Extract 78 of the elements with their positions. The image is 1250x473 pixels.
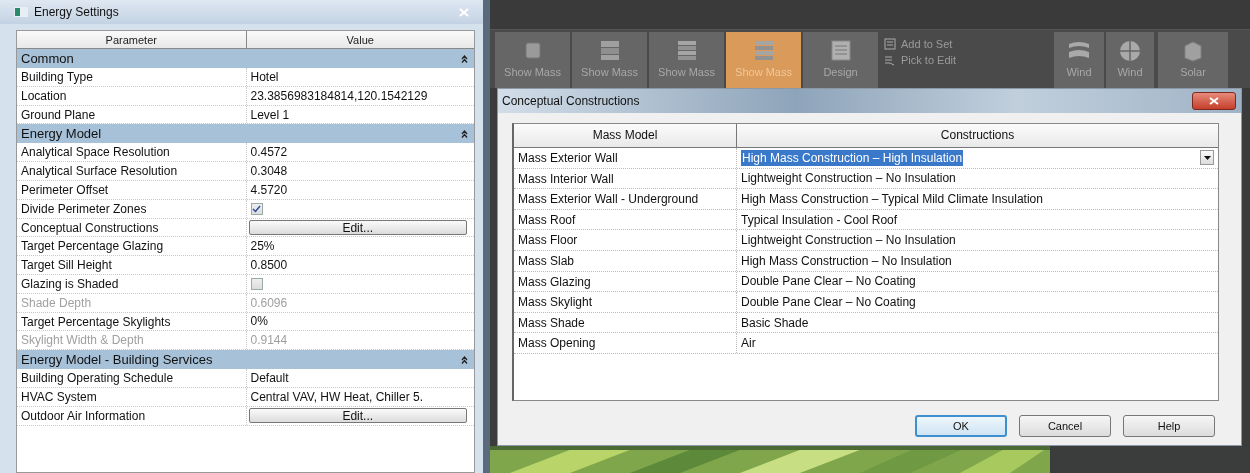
collapse-icon [461, 355, 468, 364]
parameter-name: Ground Plane [20, 106, 97, 124]
parameter-value: 4.5720 [245, 181, 474, 199]
table-cell-text: Mass Shade [517, 314, 586, 332]
parameter-value: Central VAV, HW Heat, Chiller 5. [245, 387, 474, 406]
window-title: Energy Settings [34, 5, 119, 19]
close-button[interactable] [1192, 92, 1236, 110]
parameter-name: Analytical Surface Resolution [20, 163, 179, 180]
column-header: Parameter [104, 33, 158, 48]
table-cell-text: Mass Skylight [517, 294, 594, 312]
table-cell[interactable]: Double Pane Clear – No Coating [736, 292, 1218, 312]
parameter-value: 0.3048 [245, 162, 474, 180]
parameter-value: Hotel [245, 68, 474, 86]
parameter-value: Level 1 [245, 105, 474, 124]
table-cell[interactable]: High Mass Construction – No Insulation [736, 250, 1218, 271]
parameter-name: Analytical Space Resolution [20, 144, 171, 162]
edit-button[interactable]: Edit... [248, 408, 467, 424]
dialog-title: Conceptual Constructions [502, 94, 640, 108]
section-header[interactable]: Energy Model - Building Services [17, 350, 474, 370]
parameter-name: Glazing is Shaded [20, 275, 120, 293]
crosshair-icon [1117, 38, 1143, 63]
section-header[interactable]: Energy Model [17, 124, 474, 144]
app-icon [14, 7, 28, 17]
collapse-icon [461, 54, 468, 63]
table-cell[interactable]: Air [736, 333, 1218, 353]
parameter-value: 0.4572 [245, 143, 474, 162]
table-cell-text: Mass Roof [517, 211, 577, 229]
table-cell-text: Mass Interior Wall [517, 170, 615, 188]
parameter-name: Conceptual Constructions [20, 219, 160, 237]
table-cell[interactable]: Lightweight Construction – No Insulation [736, 168, 1218, 189]
section-title: Energy Model - Building Services [21, 352, 213, 368]
parameter-value: 0.6096 [245, 293, 474, 312]
close-icon [1209, 97, 1219, 105]
collapse-icon [461, 129, 468, 138]
parameter-value: 0.8500 [245, 256, 474, 274]
parameter-value: Default [245, 369, 474, 387]
parameter-name: Target Sill Height [20, 257, 113, 274]
cursor-icon [884, 54, 896, 66]
table-cell-text: Mass Opening [517, 335, 597, 353]
edit-button[interactable]: Edit... [248, 219, 467, 235]
dialog-button[interactable]: Cancel [1019, 415, 1111, 437]
parameter-name: Divide Perimeter Zones [20, 200, 148, 218]
checkbox[interactable] [250, 202, 263, 215]
parameter-name: Building Operating Schedule [20, 370, 175, 387]
list-icon [884, 38, 896, 50]
parameter-name: Skylight Width & Depth [20, 332, 145, 350]
section-title: Energy Model [21, 126, 102, 142]
dialog-button[interactable]: Help [1123, 415, 1215, 437]
table-cell-text: Mass Exterior Wall [517, 150, 619, 167]
column-header: Constructions [736, 124, 1218, 147]
parameter-name: Building Type [20, 69, 94, 86]
parameter-name: Perimeter Offset [20, 182, 110, 199]
parameter-name: Target Percentage Skylights [20, 313, 172, 331]
dialog-button[interactable]: OK [915, 415, 1007, 437]
section-header[interactable]: Common [17, 49, 474, 68]
section-title: Common [21, 51, 74, 66]
parameter-value: 0.9144 [245, 331, 474, 350]
table-cell[interactable]: High Mass Construction – Typical Mild Climate Insulation [736, 189, 1218, 209]
parameter-value: 25% [245, 237, 474, 256]
column-header: Value [245, 31, 474, 48]
table-cell[interactable]: Double Pane Clear – No Coating [736, 271, 1218, 292]
parameter-name: Location [20, 87, 68, 105]
table-cell-text: Mass Glazing [517, 273, 592, 291]
parameter-name: Shade Depth [20, 294, 93, 312]
dropdown-field[interactable]: High Mass Construction – High Insulation [741, 148, 1214, 168]
checkbox[interactable] [250, 277, 263, 290]
table-cell-text: Mass Floor [517, 232, 579, 250]
parameter-value: 0% [245, 312, 474, 331]
table-cell[interactable]: Lightweight Construction – No Insulation [736, 230, 1218, 250]
table-cell-text: Mass Exterior Wall - Underground [517, 191, 700, 209]
parameter-name: Outdoor Air Information [20, 407, 147, 425]
table-cell[interactable]: Basic Shade [736, 312, 1218, 333]
parameter-value: 23.3856983184814,120.1542129 [245, 86, 474, 105]
table-cell[interactable]: Typical Insulation - Cool Roof [736, 209, 1218, 230]
parameter-name: HVAC System [20, 388, 98, 406]
table-cell-text: Mass Slab [517, 252, 576, 270]
parameter-name: Target Percentage Glazing [20, 238, 165, 256]
column-header: Mass Model [591, 127, 659, 144]
